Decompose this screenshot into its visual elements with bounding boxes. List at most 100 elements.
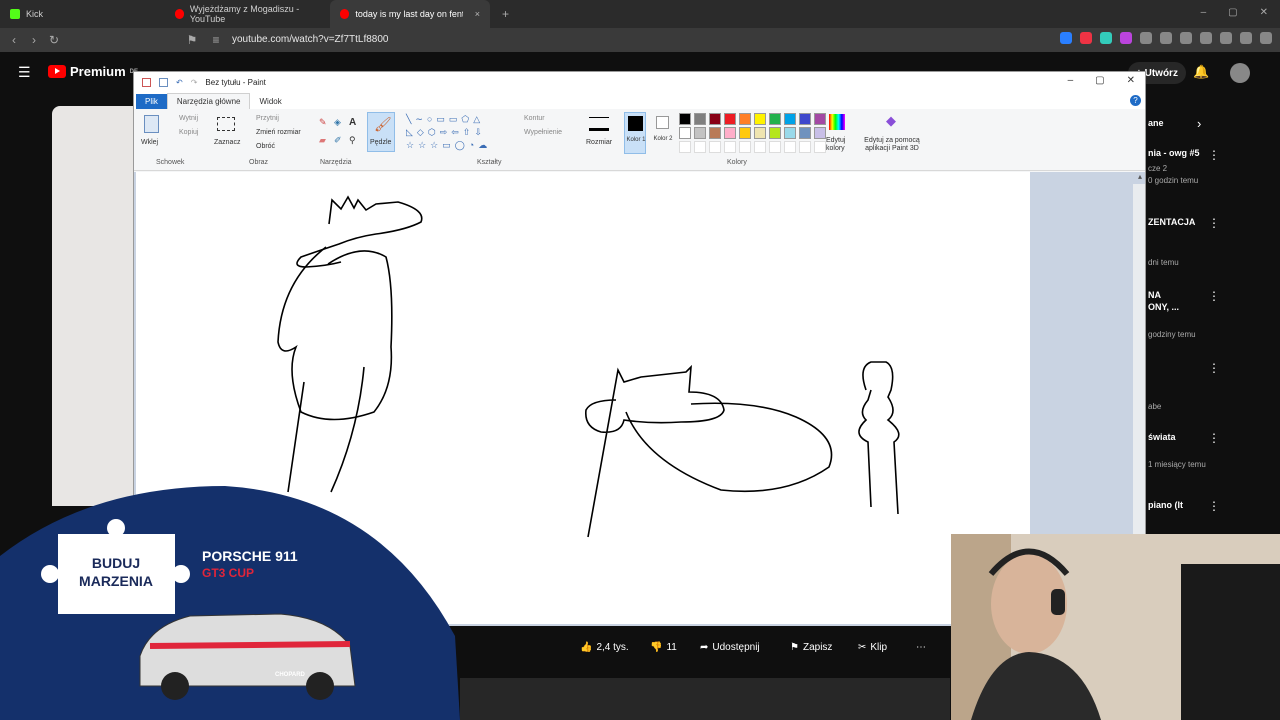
palette-empty-swatch[interactable] (799, 141, 811, 153)
palette-color-swatch[interactable] (799, 113, 811, 125)
palette-color-swatch[interactable] (724, 113, 736, 125)
palette-color-swatch[interactable] (784, 113, 796, 125)
dislike-button[interactable]: 👎 11 (650, 642, 677, 653)
more-options-icon[interactable]: ⋮ (1208, 148, 1220, 162)
fill-button[interactable]: Wypełnienie (524, 129, 562, 136)
palette-empty-swatch[interactable] (814, 141, 826, 153)
palette-color-swatch[interactable] (769, 127, 781, 139)
text-icon[interactable]: A (349, 117, 356, 128)
fill-icon[interactable]: ◈ (334, 117, 341, 128)
paint-minimize-icon[interactable]: – (1068, 75, 1074, 86)
extension-icon[interactable] (1100, 32, 1112, 44)
extension-icon[interactable] (1240, 32, 1252, 44)
new-tab-button[interactable]: + (502, 7, 509, 21)
palette-empty-swatch[interactable] (709, 141, 721, 153)
more-options-icon[interactable]: ⋮ (1208, 431, 1220, 445)
tab-kick[interactable]: Kick (0, 0, 165, 28)
magnifier-icon[interactable]: ⚲ (349, 135, 356, 146)
palette-color-swatch[interactable] (754, 127, 766, 139)
palette-color-swatch[interactable] (799, 127, 811, 139)
close-tab-icon[interactable]: × (475, 9, 480, 19)
color1-button[interactable]: Kolor 1 (624, 112, 646, 154)
more-options-icon[interactable]: ⋮ (1208, 361, 1220, 375)
extension-icon[interactable] (1080, 32, 1092, 44)
close-window-icon[interactable]: ✕ (1260, 7, 1268, 18)
palette-color-swatch[interactable] (769, 113, 781, 125)
palette-color-swatch[interactable] (754, 113, 766, 125)
extension-icon[interactable] (1140, 32, 1152, 44)
save-button[interactable]: ⚑ Zapisz (790, 642, 832, 653)
palette-empty-swatch[interactable] (679, 141, 691, 153)
palette-color-swatch[interactable] (814, 127, 826, 139)
sidebar-title[interactable]: ane (1148, 118, 1268, 128)
palette-empty-swatch[interactable] (724, 141, 736, 153)
palette-color-swatch[interactable] (739, 127, 751, 139)
share-button[interactable]: ➦ Udostępnij (700, 642, 760, 653)
menu-icon[interactable] (1260, 32, 1272, 44)
palette-empty-swatch[interactable] (784, 141, 796, 153)
palette-empty-swatch[interactable] (739, 141, 751, 153)
palette-color-swatch[interactable] (679, 113, 691, 125)
select-button[interactable]: Zaznacz (214, 139, 240, 146)
reload-icon[interactable]: ↻ (44, 33, 64, 47)
extension-icon[interactable] (1180, 32, 1192, 44)
minimize-icon[interactable]: – (1201, 7, 1207, 18)
more-options-icon[interactable]: ⋮ (1208, 289, 1220, 303)
site-settings-icon[interactable]: ≡ (206, 33, 226, 47)
help-icon[interactable]: ? (1130, 95, 1141, 106)
paint3d-icon[interactable]: ◆ (886, 113, 896, 129)
tab-file[interactable]: Plik (136, 94, 167, 109)
more-actions-button[interactable]: ⋯ (916, 642, 926, 653)
paint3d-button[interactable]: Edytuj za pomocą aplikacji Paint 3D (860, 137, 924, 153)
related-video-title[interactable]: ONY, ... (1148, 302, 1268, 312)
paint-close-icon[interactable]: ✕ (1127, 75, 1135, 86)
palette-color-swatch[interactable] (709, 127, 721, 139)
bookmark-icon[interactable]: ⚑ (182, 33, 202, 47)
color-picker-icon[interactable]: ✐ (334, 135, 342, 146)
hamburger-menu-icon[interactable]: ☰ (18, 64, 31, 81)
extension-icon[interactable] (1060, 32, 1072, 44)
redo-icon[interactable]: ↷ (191, 78, 198, 87)
undo-icon[interactable]: ↶ (176, 78, 183, 87)
palette-color-swatch[interactable] (724, 127, 736, 139)
edit-colors-icon[interactable] (829, 114, 845, 130)
paint-maximize-icon[interactable]: ▢ (1095, 75, 1104, 86)
notifications-bell-icon[interactable]: 🔔 (1193, 64, 1209, 80)
tab-youtube-mogadiszu[interactable]: Wyjeżdżamy z Mogadiszu - YouTube (165, 0, 330, 28)
shapes-gallery[interactable]: ╲∼○▭▭⬠△ ◺◇⬡⇨⇦⇧⇩ ☆☆☆▭◯◔☁ (406, 113, 506, 153)
youtube-logo[interactable]: Premium DE (48, 64, 138, 79)
size-icon[interactable] (589, 117, 609, 131)
scroll-up-icon[interactable]: ▴ (1138, 172, 1142, 181)
rotate-button[interactable]: Obróć (256, 143, 275, 150)
outline-button[interactable]: Kontur (524, 115, 545, 122)
extension-icon[interactable] (1160, 32, 1172, 44)
palette-color-swatch[interactable] (694, 127, 706, 139)
clip-button[interactable]: ✂ Klip (858, 642, 887, 653)
like-button[interactable]: 👍 2,4 tys. (580, 642, 629, 653)
pencil-icon[interactable]: ✎ (319, 117, 327, 128)
palette-empty-swatch[interactable] (694, 141, 706, 153)
crop-button[interactable]: Przytnij (256, 115, 279, 122)
palette-color-swatch[interactable] (694, 113, 706, 125)
size-button[interactable]: Rozmiar (586, 139, 612, 146)
palette-empty-swatch[interactable] (754, 141, 766, 153)
palette-color-swatch[interactable] (739, 113, 751, 125)
eraser-icon[interactable]: ▰ (319, 135, 326, 146)
palette-color-swatch[interactable] (679, 127, 691, 139)
paste-icon[interactable] (144, 115, 159, 133)
copy-button[interactable]: Kopiuj (179, 129, 198, 136)
maximize-icon[interactable]: ▢ (1228, 7, 1237, 18)
url-field[interactable]: youtube.com/watch?v=Zf7TtLf8800 (232, 34, 388, 45)
extension-icon[interactable] (1120, 32, 1132, 44)
select-icon[interactable] (217, 117, 235, 131)
tab-home[interactable]: Narzędzia główne (166, 93, 251, 109)
tab-youtube-active[interactable]: today is my last day on fentanyl × (330, 0, 490, 28)
extension-icon[interactable] (1220, 32, 1232, 44)
palette-empty-swatch[interactable] (769, 141, 781, 153)
more-options-icon[interactable]: ⋮ (1208, 499, 1220, 513)
edit-colors-button[interactable]: Edytuj kolory (826, 137, 852, 153)
tab-view[interactable]: Widok (250, 94, 290, 109)
palette-color-swatch[interactable] (814, 113, 826, 125)
paste-button[interactable]: Wklej (141, 139, 158, 146)
resize-button[interactable]: Zmień rozmiar (256, 129, 301, 136)
